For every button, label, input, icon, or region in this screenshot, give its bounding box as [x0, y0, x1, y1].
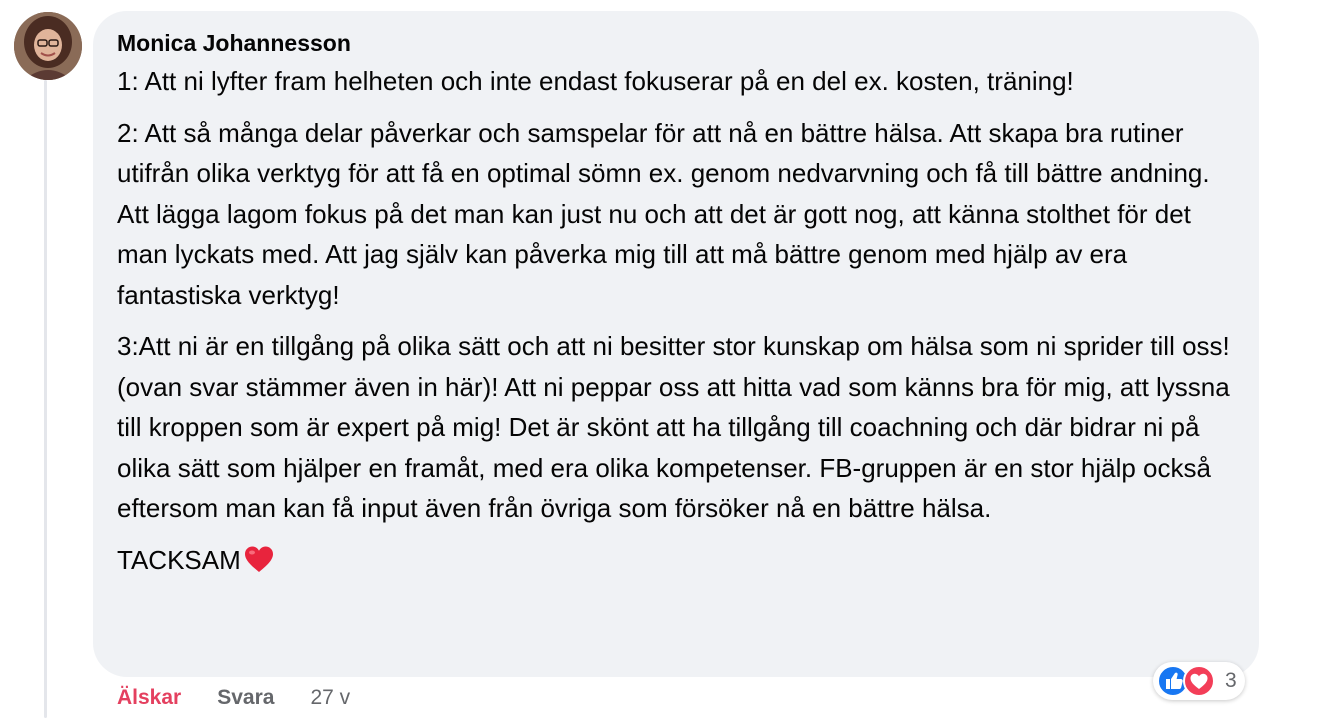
comment-closing: TACKSAM — [117, 540, 1235, 581]
closing-text: TACKSAM — [117, 544, 241, 575]
comment-bubble: Monica Johannesson 1: Att ni lyfter fram… — [93, 11, 1259, 677]
avatar[interactable] — [14, 12, 82, 80]
comment-paragraph-2: 2: Att så många delar påverkar och samsp… — [117, 117, 1210, 310]
comment-author[interactable]: Monica Johannesson — [117, 29, 1235, 57]
comment-paragraph-3: 3:Att ni är en tillgång på olika sätt oc… — [117, 331, 1230, 523]
avatar-photo — [14, 12, 82, 80]
comment-timestamp[interactable]: 27 v — [310, 686, 350, 710]
love-button[interactable]: Älskar — [117, 686, 181, 710]
comment-paragraph-1: 1: Att ni lyfter fram helheten och inte … — [117, 66, 1074, 96]
love-icon — [1183, 665, 1215, 697]
comment-actions: Älskar Svara 27 v — [117, 683, 350, 713]
reaction-icons — [1157, 664, 1219, 698]
reaction-count: 3 — [1225, 669, 1237, 692]
reactions-summary[interactable]: 3 — [1153, 662, 1245, 700]
red-heart-icon — [244, 546, 273, 572]
thread-line — [44, 80, 47, 718]
reply-button[interactable]: Svara — [217, 686, 274, 710]
